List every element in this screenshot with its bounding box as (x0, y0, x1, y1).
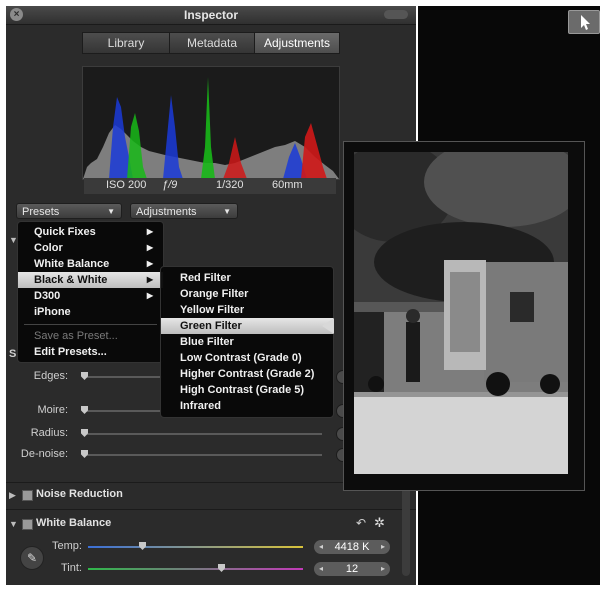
tab-metadata[interactable]: Metadata (169, 32, 255, 54)
menu-item-label: Quick Fixes (34, 226, 96, 238)
edges-slider-thumb[interactable] (81, 372, 88, 380)
tint-slider-thumb[interactable] (218, 564, 225, 572)
adjustments-dropdown[interactable]: Adjustments ▼ (130, 203, 238, 219)
menu-item-quick-fixes[interactable]: Quick Fixes ▶ (18, 224, 163, 240)
decrement-icon[interactable]: ◂ (319, 540, 323, 554)
disclosure-triangle-icon[interactable]: ▼ (9, 519, 18, 529)
noise-reduction-checkbox[interactable] (22, 490, 33, 501)
menu-item-yellow-filter[interactable]: Yellow Filter (161, 302, 333, 318)
chevron-right-icon: ▶ (146, 243, 153, 252)
menu-item-higher-contrast[interactable]: Higher Contrast (Grade 2) (161, 366, 333, 382)
menu-item-iphone[interactable]: iPhone (18, 304, 163, 320)
chevron-down-icon: ▼ (223, 207, 231, 216)
denoise-slider-track[interactable] (82, 454, 322, 456)
temp-value: 4418 K (334, 541, 370, 553)
presets-dropdown[interactable]: Presets ▼ (16, 203, 122, 219)
chevron-right-icon: ▶ (146, 259, 153, 268)
menu-item-orange-filter[interactable]: Orange Filter (161, 286, 333, 302)
moire-slider-track[interactable] (82, 410, 162, 412)
moire-label: Moire: (37, 404, 68, 416)
temp-label: Temp: (52, 540, 82, 552)
moire-slider-thumb[interactable] (81, 406, 88, 414)
black-white-submenu: Red Filter Orange Filter Yellow Filter G… (160, 266, 334, 418)
menu-item-save-as-preset: Save as Preset... (34, 330, 118, 342)
menu-item-low-contrast[interactable]: Low Contrast (Grade 0) (161, 350, 333, 366)
menu-item-label: D300 (34, 290, 61, 302)
exif-bar: ISO 200 ƒ/9 1/320 60mm (84, 178, 336, 194)
white-balance-label: White Balance (36, 517, 112, 529)
divider (6, 509, 416, 510)
increment-icon[interactable]: ▸ (381, 540, 385, 554)
menu-item-edit-presets[interactable]: Edit Presets... (18, 344, 163, 360)
temp-value-field[interactable]: ◂ 4418 K ▸ (314, 540, 390, 554)
section-initial: S (9, 348, 17, 360)
exif-focal-length: 60mm (272, 179, 303, 191)
exif-iso: ISO 200 (106, 179, 147, 191)
menu-item-color[interactable]: Color ▶ (18, 240, 163, 256)
tint-label: Tint: (61, 562, 82, 574)
radius-label: Radius: (30, 427, 68, 439)
undo-icon[interactable]: ↶ (356, 516, 366, 530)
preview-image (354, 152, 568, 474)
pointer-tool-button[interactable] (568, 10, 600, 34)
chevron-right-icon: ▶ (146, 227, 153, 236)
temp-slider-thumb[interactable] (139, 542, 146, 550)
cursor-arrow-icon (581, 15, 590, 30)
menu-item-label: Black & White (34, 274, 108, 286)
menu-item-label: White Balance (34, 258, 110, 270)
decrement-icon[interactable]: ◂ (319, 562, 323, 576)
chevron-right-icon: ▶ (146, 275, 153, 284)
menu-item-blue-filter[interactable]: Blue Filter (161, 334, 333, 350)
tint-value: 12 (345, 563, 359, 575)
preview-pointer-arrow (322, 318, 334, 334)
exif-aperture: ƒ/9 (162, 179, 178, 191)
menu-item-infrared[interactable]: Infrared (161, 398, 333, 414)
tab-adjustments[interactable]: Adjustments (254, 32, 340, 54)
gear-icon[interactable]: ✲ (374, 515, 385, 531)
menu-separator (24, 324, 157, 325)
presets-dropdown-label: Presets (22, 206, 60, 218)
inspector-titlebar[interactable]: × Inspector (6, 6, 416, 25)
denoise-label: De-noise: (20, 448, 68, 460)
menu-item-green-filter[interactable]: Green Filter (161, 318, 333, 334)
menu-item-label: Color (34, 242, 63, 254)
noise-reduction-label: Noise Reduction (36, 488, 123, 500)
menu-item-label: iPhone (34, 306, 71, 318)
menu-item-red-filter[interactable]: Red Filter (161, 270, 333, 286)
adjustments-dropdown-label: Adjustments (136, 206, 197, 218)
menu-item-high-contrast[interactable]: High Contrast (Grade 5) (161, 382, 333, 398)
exif-shutter: 1/320 (216, 179, 244, 191)
menu-item-white-balance[interactable]: White Balance ▶ (18, 256, 163, 272)
denoise-slider-thumb[interactable] (81, 450, 88, 458)
disclosure-triangle-icon[interactable]: ▶ (9, 490, 16, 501)
menu-item-black-white[interactable]: Black & White ▶ (18, 272, 163, 288)
increment-icon[interactable]: ▸ (381, 562, 385, 576)
menu-item-d300[interactable]: D300 ▶ (18, 288, 163, 304)
edges-slider-track[interactable] (82, 376, 162, 378)
white-balance-checkbox[interactable] (22, 519, 33, 530)
temp-slider-track[interactable] (88, 546, 303, 548)
tint-slider-track[interactable] (88, 568, 303, 570)
histogram (82, 66, 340, 180)
window-title: Inspector (183, 8, 238, 22)
radius-slider-thumb[interactable] (81, 429, 88, 437)
chevron-right-icon: ▶ (146, 291, 153, 300)
presets-menu: Quick Fixes ▶ Color ▶ White Balance ▶ Black… (17, 221, 164, 363)
radius-slider-track[interactable] (82, 433, 322, 435)
edges-label: Edges: (33, 370, 68, 382)
collapse-button[interactable] (384, 10, 408, 19)
tab-library[interactable]: Library (82, 32, 170, 54)
chevron-down-icon: ▼ (107, 207, 115, 216)
tint-value-field[interactable]: ◂ 12 ▸ (314, 562, 390, 576)
